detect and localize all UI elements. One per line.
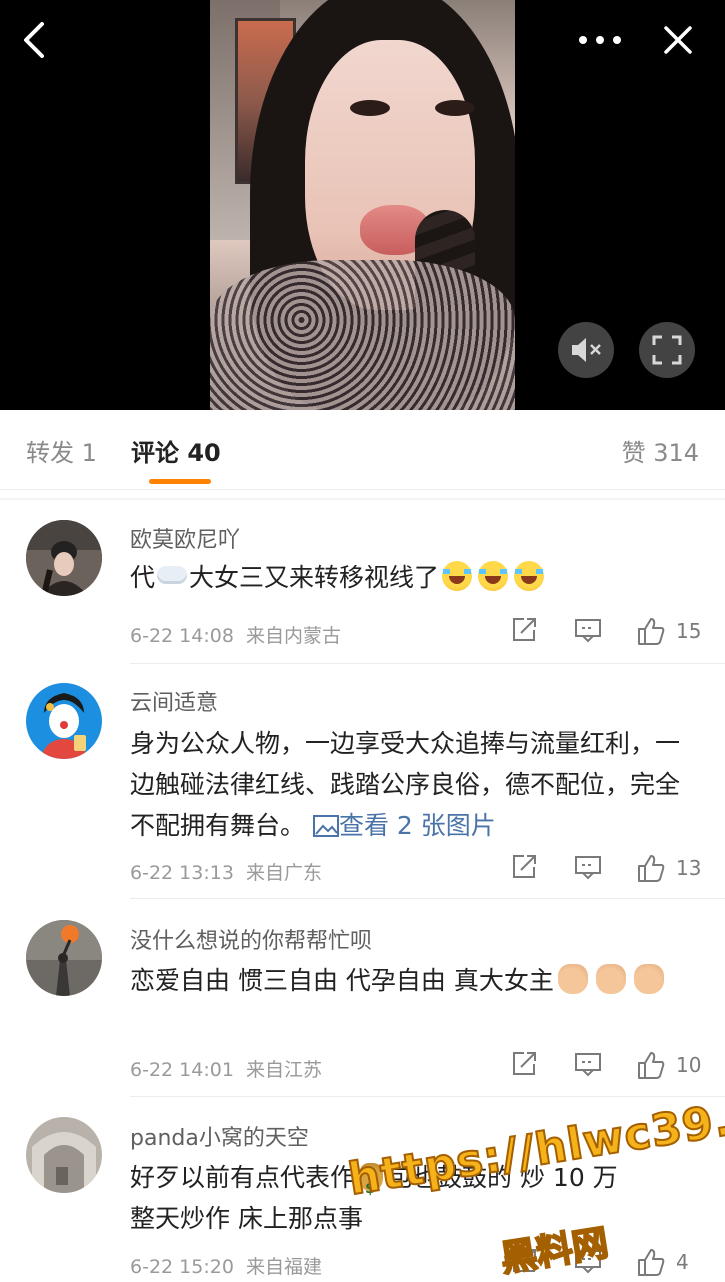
comment-text-part: 代 xyxy=(130,563,156,592)
volume-muted-icon xyxy=(572,338,601,362)
forward-button[interactable] xyxy=(510,1050,538,1078)
reply-button[interactable] xyxy=(574,1050,602,1078)
image-icon xyxy=(312,815,339,837)
thumbs-up-icon xyxy=(638,1249,665,1276)
comment-actions: 15 xyxy=(510,616,705,648)
avatar-image xyxy=(26,920,102,996)
tab-reposts[interactable]: 转发 1 xyxy=(26,433,97,468)
like-count: 4 xyxy=(676,1250,689,1274)
like-count: 10 xyxy=(676,1053,702,1077)
thumbs-up-icon xyxy=(638,618,665,645)
reply-button[interactable] xyxy=(574,853,602,881)
comment-time: 6-22 14:01 xyxy=(130,1059,234,1081)
comment-text: 代 大女三又来转移视线了 xyxy=(130,557,700,598)
comment-time: 6-22 13:13 xyxy=(130,862,234,884)
mute-button[interactable] xyxy=(558,322,614,378)
cloud-emoji-icon xyxy=(157,566,188,584)
like-button[interactable]: 4 xyxy=(636,1247,689,1277)
comment-text: 恋爱自由 惯三自由 代孕自由 真大女主 xyxy=(130,960,700,1001)
thumbs-up-icon xyxy=(638,855,665,882)
comment-item: 没什么想说的你帮帮忙呗 恋爱自由 惯三自由 代孕自由 真大女主 6-22 14:… xyxy=(0,900,725,1097)
tab-comments[interactable]: 评论 40 xyxy=(131,433,221,468)
forward-button[interactable] xyxy=(510,616,538,644)
divider xyxy=(130,663,725,664)
fullscreen-button[interactable] xyxy=(639,322,695,378)
laughing-emoji-icon xyxy=(442,561,473,591)
comment-actions: 10 xyxy=(510,1050,705,1082)
comment-username[interactable]: 欧莫欧尼吖 xyxy=(130,522,240,554)
like-button[interactable]: 13 xyxy=(636,853,701,883)
comment-meta: 6-22 15:20 来自福建 xyxy=(130,1252,322,1279)
view-images-link[interactable]: 查看 2 张图片 xyxy=(312,811,496,840)
divider xyxy=(0,489,725,490)
comment-meta: 6-22 14:01 来自江苏 xyxy=(130,1055,322,1082)
share-icon xyxy=(513,855,536,878)
forward-button[interactable] xyxy=(510,853,538,881)
avatar-image xyxy=(26,683,102,759)
like-button[interactable]: 10 xyxy=(636,1050,701,1080)
comment-text-part: 整天炒作 床上那点事 xyxy=(130,1204,363,1233)
interaction-tabs: 转发 1 评论 40 赞 314 xyxy=(0,410,725,490)
thumbs-up-emoji-icon xyxy=(557,964,588,994)
avatar[interactable] xyxy=(26,1117,102,1193)
comment-icon xyxy=(575,619,601,643)
divider xyxy=(130,898,725,899)
comment-icon xyxy=(575,856,601,880)
reply-button[interactable] xyxy=(574,616,602,644)
comment-location: 来自福建 xyxy=(245,1256,322,1278)
comment-text-part: 大女三又来转移视线了 xyxy=(189,563,440,592)
comment-location: 来自内蒙古 xyxy=(245,625,341,647)
avatar-image xyxy=(26,1117,102,1193)
fullscreen-icon xyxy=(652,335,682,365)
comment-actions: 13 xyxy=(510,853,705,885)
comment-location: 来自广东 xyxy=(245,862,322,884)
avatar[interactable] xyxy=(26,920,102,996)
like-button[interactable]: 15 xyxy=(636,616,701,646)
comment-time: 6-22 14:08 xyxy=(130,625,234,647)
video-frame[interactable] xyxy=(210,0,515,410)
comment-text: 身为公众人物，一边享受大众追捧与流量红利，一边触碰法律红线、践踏公序良俗，德不配… xyxy=(130,723,700,846)
comment-username[interactable]: 没什么想说的你帮帮忙呗 xyxy=(130,923,372,955)
comment-text-part: 好歹以前有点代表作 xyxy=(130,1163,356,1192)
video-subject-eye xyxy=(435,100,475,116)
comment-icon xyxy=(575,1053,601,1077)
laughing-emoji-icon xyxy=(514,561,545,591)
close-icon xyxy=(664,26,692,54)
comment-meta: 6-22 14:08 来自内蒙古 xyxy=(130,621,341,648)
comment-username[interactable]: panda小窝的天空 xyxy=(130,1120,309,1152)
more-button[interactable] xyxy=(572,20,628,60)
tab-likes[interactable]: 赞 314 xyxy=(622,433,699,468)
avatar[interactable] xyxy=(26,683,102,759)
video-subject-eye xyxy=(350,100,390,116)
share-icon xyxy=(513,618,536,641)
comment-location: 来自江苏 xyxy=(245,1059,322,1081)
thumbs-up-icon xyxy=(638,1052,665,1079)
more-dots-icon xyxy=(579,36,621,44)
share-icon xyxy=(513,1052,536,1075)
video-subject-lace-top xyxy=(210,260,515,410)
close-button[interactable] xyxy=(656,18,700,62)
comment-time: 6-22 15:20 xyxy=(130,1256,234,1278)
comment-item: 云间适意 身为公众人物，一边享受大众追捧与流量红利，一边触碰法律红线、践踏公序良… xyxy=(0,665,725,900)
avatar[interactable] xyxy=(26,520,102,596)
like-count: 15 xyxy=(676,619,702,643)
like-count: 13 xyxy=(676,856,702,880)
laughing-emoji-icon xyxy=(478,561,509,591)
comment-username[interactable]: 云间适意 xyxy=(130,685,218,717)
chevron-left-icon xyxy=(24,22,44,58)
comment-meta: 6-22 13:13 来自广东 xyxy=(130,858,322,885)
back-button[interactable] xyxy=(12,18,56,62)
comment-text-body: 恋爱自由 惯三自由 代孕自由 真大女主 xyxy=(130,966,554,995)
thumbs-up-emoji-icon xyxy=(633,964,664,994)
comment-item: 欧莫欧尼吖 代 大女三又来转移视线了 6-22 14:08 来自内蒙古 15 xyxy=(0,500,725,665)
avatar-image xyxy=(26,520,102,596)
thumbs-up-emoji-icon xyxy=(595,964,626,994)
view-images-label: 查看 2 张图片 xyxy=(338,811,496,840)
video-player[interactable] xyxy=(0,0,725,410)
active-tab-indicator xyxy=(149,479,211,484)
